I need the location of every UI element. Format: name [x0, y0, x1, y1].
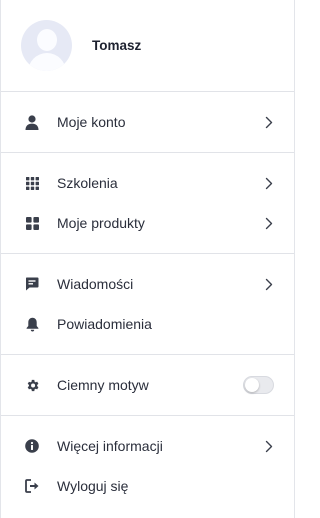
menu-item-label: Szkolenia: [57, 175, 118, 191]
menu-item-more-info[interactable]: Więcej informacji: [1, 426, 294, 466]
chevron-right-icon: [264, 439, 274, 453]
messages-section: Wiadomości Powiadomienia: [1, 254, 294, 354]
info-section: Więcej informacji Wyloguj się: [1, 416, 294, 516]
profile-header[interactable]: Tomasz: [1, 0, 294, 91]
avatar: [21, 20, 72, 71]
user-menu-panel: Tomasz Moje konto Szkolenia Moje produkt…: [0, 0, 295, 518]
dark-mode-toggle[interactable]: [243, 376, 274, 394]
apps-icon: [24, 215, 40, 231]
bell-icon: [24, 316, 40, 332]
grid-icon: [24, 175, 40, 191]
menu-item-label: Moje konto: [57, 114, 126, 130]
user-icon: [24, 114, 40, 130]
menu-item-dark-mode: Ciemny motyw: [1, 365, 294, 405]
chevron-right-icon: [264, 277, 274, 291]
gear-icon: [24, 377, 40, 393]
menu-item-notifications[interactable]: Powiadomienia: [1, 304, 294, 344]
menu-item-label: Więcej informacji: [57, 438, 163, 454]
menu-item-account[interactable]: Moje konto: [1, 102, 294, 142]
courses-section: Szkolenia Moje produkty: [1, 153, 294, 253]
info-icon: [24, 438, 40, 454]
message-icon: [24, 276, 40, 292]
menu-item-logout[interactable]: Wyloguj się: [1, 466, 294, 506]
menu-item-products[interactable]: Moje produkty: [1, 203, 294, 243]
profile-name: Tomasz: [92, 38, 142, 53]
menu-item-label: Powiadomienia: [57, 316, 152, 332]
chevron-right-icon: [264, 176, 274, 190]
menu-item-courses[interactable]: Szkolenia: [1, 163, 294, 203]
chevron-right-icon: [264, 216, 274, 230]
logout-icon: [24, 478, 40, 494]
chevron-right-icon: [264, 115, 274, 129]
menu-item-label: Ciemny motyw: [57, 377, 149, 393]
menu-item-messages[interactable]: Wiadomości: [1, 264, 294, 304]
theme-section: Ciemny motyw: [1, 355, 294, 415]
account-section: Moje konto: [1, 92, 294, 152]
toggle-knob: [245, 378, 259, 392]
menu-item-label: Moje produkty: [57, 215, 145, 231]
menu-item-label: Wiadomości: [57, 276, 134, 292]
menu-item-label: Wyloguj się: [57, 478, 129, 494]
